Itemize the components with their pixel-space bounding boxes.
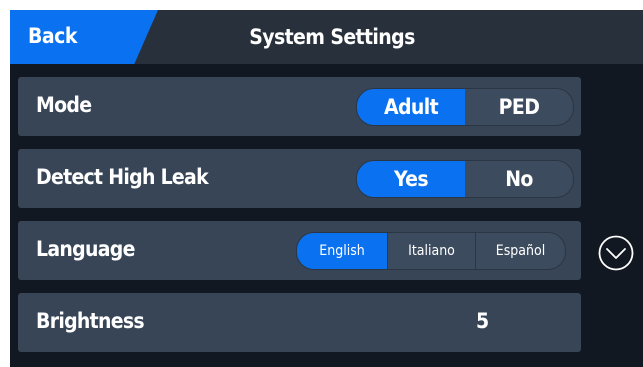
mode-option-adult[interactable]: Adult bbox=[357, 89, 465, 125]
chevron-down-circle-icon[interactable] bbox=[598, 235, 634, 271]
language-selector: English Italiano Español bbox=[296, 232, 566, 270]
device-screen: Back System Settings Mode Adult PED Dete… bbox=[10, 10, 643, 367]
language-option-english[interactable]: English bbox=[297, 233, 387, 269]
back-button-label: Back bbox=[28, 24, 77, 48]
language-option-italiano[interactable]: Italiano bbox=[387, 233, 475, 269]
header-bar: Back System Settings bbox=[10, 10, 643, 64]
page-title: System Settings bbox=[249, 25, 415, 49]
mode-option-ped[interactable]: PED bbox=[465, 89, 573, 125]
mode-toggle: Adult PED bbox=[356, 88, 574, 126]
setting-row-brightness[interactable]: Brightness 5 bbox=[18, 293, 581, 352]
detect-high-leak-option-yes[interactable]: Yes bbox=[357, 161, 465, 197]
brightness-label: Brightness bbox=[36, 309, 145, 333]
back-button[interactable]: Back bbox=[10, 10, 158, 64]
language-option-espanol[interactable]: Español bbox=[475, 233, 565, 269]
setting-row-language: Language English Italiano Español bbox=[18, 221, 581, 280]
setting-row-mode: Mode Adult PED bbox=[18, 77, 581, 136]
mode-label: Mode bbox=[36, 93, 92, 117]
language-label: Language bbox=[36, 237, 135, 261]
detect-high-leak-option-no[interactable]: No bbox=[465, 161, 573, 197]
brightness-value: 5 bbox=[476, 309, 490, 333]
detect-high-leak-toggle: Yes No bbox=[356, 160, 574, 198]
detect-high-leak-label: Detect High Leak bbox=[36, 165, 209, 189]
setting-row-detect-high-leak: Detect High Leak Yes No bbox=[18, 149, 581, 208]
